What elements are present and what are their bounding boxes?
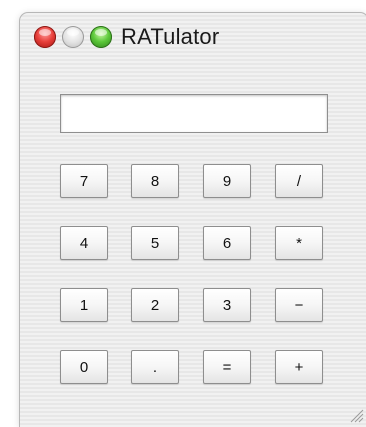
add-button[interactable]: + [275, 350, 323, 384]
key-8-button[interactable]: 8 [131, 164, 179, 198]
display-field[interactable] [60, 94, 328, 133]
multiply-button[interactable]: * [275, 226, 323, 260]
key-9-button[interactable]: 9 [203, 164, 251, 198]
calculator-window: RATulator 7 8 9 / 4 5 6 * 1 2 3 − 0 . = … [20, 13, 366, 427]
subtract-button[interactable]: − [275, 288, 323, 322]
key-3-button[interactable]: 3 [203, 288, 251, 322]
equals-button[interactable]: = [203, 350, 251, 384]
key-2-button[interactable]: 2 [131, 288, 179, 322]
key-6-button[interactable]: 6 [203, 226, 251, 260]
zoom-icon[interactable] [90, 26, 112, 48]
close-icon[interactable] [34, 26, 56, 48]
key-5-button[interactable]: 5 [131, 226, 179, 260]
key-4-button[interactable]: 4 [60, 226, 108, 260]
resize-grip-icon[interactable] [350, 409, 364, 423]
minimize-icon[interactable] [62, 26, 84, 48]
divide-button[interactable]: / [275, 164, 323, 198]
key-0-button[interactable]: 0 [60, 350, 108, 384]
key-7-button[interactable]: 7 [60, 164, 108, 198]
window-title: RATulator [121, 24, 220, 49]
decimal-button[interactable]: . [131, 350, 179, 384]
title-bar[interactable]: RATulator [20, 13, 366, 57]
key-1-button[interactable]: 1 [60, 288, 108, 322]
